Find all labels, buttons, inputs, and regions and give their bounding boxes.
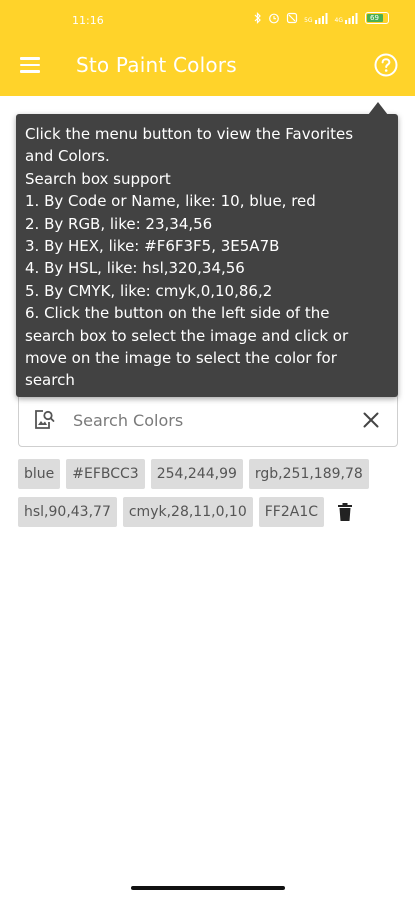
hamburger-menu-icon[interactable] bbox=[16, 50, 46, 80]
search-box bbox=[18, 393, 398, 447]
gesture-nav-bar[interactable] bbox=[131, 886, 285, 890]
bluetooth-icon bbox=[254, 12, 261, 24]
signal-4g: 4G bbox=[334, 12, 359, 24]
tooltip-line: search bbox=[25, 371, 75, 390]
history-chip[interactable]: #EFBCC3 bbox=[66, 459, 145, 489]
history-chip[interactable]: cmyk,28,11,0,10 bbox=[122, 497, 253, 527]
tooltip-arrow bbox=[368, 102, 388, 115]
network-label-1: 5G bbox=[304, 16, 313, 24]
tooltip-line: and Colors. bbox=[25, 147, 110, 166]
tooltip-line: 4. By HSL, like: hsl,320,34,56 bbox=[25, 259, 245, 278]
history-chip[interactable]: blue bbox=[18, 459, 61, 489]
app-header: 11:16 5G 4G 69 Sto Paint Colors bbox=[0, 0, 415, 96]
close-icon[interactable] bbox=[359, 408, 383, 432]
image-search-icon[interactable] bbox=[32, 408, 56, 432]
network-label-2: 4G bbox=[334, 16, 343, 24]
alarm-icon bbox=[269, 13, 279, 24]
help-circle-icon[interactable] bbox=[373, 52, 399, 78]
signal-5g: 5G bbox=[304, 12, 328, 24]
tooltip-line: Search box support bbox=[25, 169, 171, 188]
tooltip-line: 5. By CMYK, like: cmyk,0,10,86,2 bbox=[25, 281, 273, 300]
history-chip[interactable]: FF2A1C bbox=[258, 497, 325, 527]
mute-icon bbox=[286, 12, 298, 24]
tooltip-line: 6. Click the button on the left side of … bbox=[25, 304, 330, 323]
tooltip-line: 2. By RGB, like: 23,34,56 bbox=[25, 214, 213, 233]
help-tooltip: Click the menu button to view the Favori… bbox=[16, 102, 398, 397]
tooltip-line: 3. By HEX, like: #F6F3F5, 3E5A7B bbox=[25, 237, 280, 256]
signal-icon bbox=[314, 12, 328, 24]
search-history: blue #EFBCC3 254,244,99 rgb,251,189,78 h… bbox=[18, 459, 400, 527]
status-icons: 5G 4G 69 bbox=[254, 12, 389, 24]
tooltip-line: search box to select the image and click… bbox=[25, 326, 349, 345]
history-chip[interactable]: rgb,251,189,78 bbox=[248, 459, 369, 489]
trash-icon[interactable] bbox=[330, 497, 360, 527]
status-bar: 11:16 5G 4G 69 bbox=[0, 0, 415, 38]
battery-percent: 69 bbox=[370, 14, 379, 22]
status-time: 11:16 bbox=[72, 14, 104, 27]
signal-icon bbox=[345, 12, 358, 24]
history-chip[interactable]: 254,244,99 bbox=[150, 459, 243, 489]
app-bar: Sto Paint Colors bbox=[0, 38, 415, 94]
battery-icon: 69 bbox=[365, 12, 389, 24]
search-input[interactable] bbox=[73, 406, 353, 434]
tooltip-line: move on the image to select the color fo… bbox=[25, 349, 337, 368]
app-title: Sto Paint Colors bbox=[76, 53, 237, 77]
tooltip-line: Click the menu button to view the Favori… bbox=[25, 125, 354, 143]
history-chip[interactable]: hsl,90,43,77 bbox=[18, 497, 117, 527]
tooltip-line: 1. By Code or Name, like: 10, blue, red bbox=[25, 192, 316, 211]
